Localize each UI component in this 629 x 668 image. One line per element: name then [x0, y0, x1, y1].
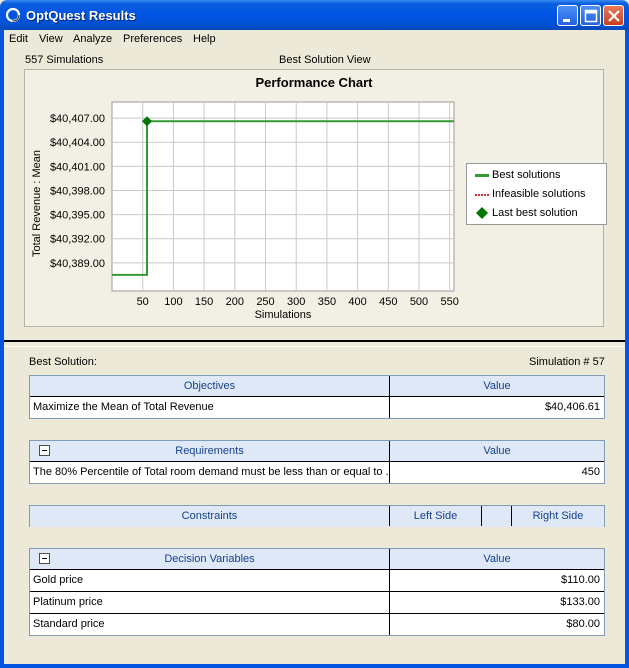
y-tick-label: $40,389.00: [50, 258, 105, 270]
best-solutions-swatch: [475, 174, 489, 177]
close-icon: [608, 10, 620, 22]
table-header: Constraints Left Side Right Side: [30, 506, 604, 527]
maximize-icon: [584, 9, 598, 23]
title-bar[interactable]: OptQuest Results: [0, 0, 629, 30]
table-row[interactable]: Gold price $110.00: [30, 570, 604, 592]
x-tick-label: 400: [348, 296, 366, 308]
objectives-table: Objectives Value Maximize the Mean of To…: [29, 375, 605, 419]
x-tick-label: 200: [226, 296, 244, 308]
window-title: OptQuest Results: [26, 8, 136, 23]
column-header-value[interactable]: Value: [390, 441, 604, 461]
column-header-objectives[interactable]: Objectives: [30, 376, 390, 396]
table-header: Requirements Value: [30, 441, 604, 462]
column-header-value[interactable]: Value: [390, 549, 604, 569]
legend-best-solutions: Best solutions: [475, 169, 605, 183]
minimize-button[interactable]: [557, 5, 578, 26]
x-tick-label: 350: [318, 296, 336, 308]
y-tick-label: $40,392.00: [50, 234, 105, 246]
close-button[interactable]: [603, 5, 624, 26]
menu-bar: Edit View Analyze Preferences Help: [4, 30, 625, 49]
chart-legend: Best solutions Infeasible solutions Last…: [466, 163, 607, 225]
y-axis-label: Total Revenue : Mean: [31, 150, 43, 257]
view-mode-label: Best Solution View: [279, 54, 371, 66]
menu-preferences[interactable]: Preferences: [123, 33, 182, 45]
minimize-icon: [563, 19, 570, 22]
x-tick-label: 100: [164, 296, 182, 308]
diamond-marker-icon: [476, 207, 488, 219]
y-tick-label: $40,395.00: [50, 210, 105, 222]
y-tick-label: $40,398.00: [50, 185, 105, 197]
requirements-header-label: Requirements: [175, 445, 244, 457]
column-header-blank[interactable]: [482, 506, 512, 526]
menu-help[interactable]: Help: [193, 33, 216, 45]
column-header-decision-variables[interactable]: Decision Variables: [30, 549, 390, 569]
legend-label: Infeasible solutions: [492, 188, 586, 200]
window-border-bottom: [0, 664, 629, 668]
table-header: Decision Variables Value: [30, 549, 604, 570]
x-tick-label: 250: [256, 296, 274, 308]
x-tick-label: 150: [195, 296, 213, 308]
requirements-table: Requirements Value The 80% Percentile of…: [29, 440, 605, 484]
requirement-text: The 80% Percentile of Total room demand …: [30, 462, 390, 483]
performance-chart-panel: Performance Chart 50 100 150 200 250 300 350 40…: [24, 69, 607, 327]
y-tick-label: $40,404.00: [50, 137, 105, 149]
x-tick-label: 500: [410, 296, 428, 308]
table-row[interactable]: The 80% Percentile of Total room demand …: [30, 462, 604, 484]
x-tick-label: 50: [137, 296, 149, 308]
objective-value: $40,406.61: [544, 401, 600, 413]
table-header: Objectives Value: [30, 376, 604, 397]
variable-value: $110.00: [561, 574, 600, 586]
variable-name: Gold price: [30, 570, 390, 591]
variable-name: Platinum price: [30, 592, 390, 613]
window-border-left: [0, 30, 4, 668]
simulation-count: 557 Simulations: [25, 54, 104, 66]
decision-header-label: Decision Variables: [164, 553, 255, 565]
decision-variables-table: Decision Variables Value Gold price $110…: [29, 548, 605, 636]
table-row[interactable]: Platinum price $133.00: [30, 592, 604, 614]
variable-value: $80.00: [566, 618, 600, 630]
maximize-button[interactable]: [580, 5, 601, 26]
x-tick-label: 550: [441, 296, 459, 308]
infeasible-swatch: [475, 194, 489, 196]
window-border-right: [625, 30, 629, 668]
x-tick-label: 450: [379, 296, 397, 308]
table-row[interactable]: Maximize the Mean of Total Revenue $40,4…: [30, 397, 604, 419]
column-header-left-side[interactable]: Left Side: [390, 506, 482, 526]
y-tick-label: $40,401.00: [50, 161, 105, 173]
column-header-requirements[interactable]: Requirements: [30, 441, 390, 461]
best-simulation-number: Simulation # 57: [529, 356, 605, 368]
column-header-constraints[interactable]: Constraints: [30, 506, 390, 526]
constraints-table: Constraints Left Side Right Side: [29, 505, 605, 527]
legend-last-best-solution: Last best solution: [475, 207, 605, 221]
menu-edit[interactable]: Edit: [9, 33, 28, 45]
objective-name: Maximize the Mean of Total Revenue: [30, 397, 390, 418]
requirement-value: 450: [581, 466, 600, 478]
legend-label: Best solutions: [492, 169, 561, 181]
x-axis-label: Simulations: [255, 309, 312, 321]
variable-name: Standard price: [30, 614, 390, 635]
variable-value: $133.00: [560, 596, 600, 608]
y-tick-label: $40,407.00: [50, 113, 105, 125]
table-row[interactable]: Standard price $80.00: [30, 614, 604, 636]
collapse-icon[interactable]: [39, 553, 50, 564]
x-tick-label: 300: [287, 296, 305, 308]
menu-analyze[interactable]: Analyze: [73, 33, 112, 45]
legend-label: Last best solution: [492, 207, 578, 219]
app-icon: [5, 7, 21, 23]
column-header-value[interactable]: Value: [390, 376, 604, 396]
collapse-icon[interactable]: [39, 445, 50, 456]
best-solution-label: Best Solution:: [29, 356, 97, 368]
menu-view[interactable]: View: [39, 33, 63, 45]
column-header-right-side[interactable]: Right Side: [512, 506, 604, 526]
pane-splitter[interactable]: [4, 340, 625, 347]
legend-infeasible-solutions: Infeasible solutions: [475, 188, 605, 202]
